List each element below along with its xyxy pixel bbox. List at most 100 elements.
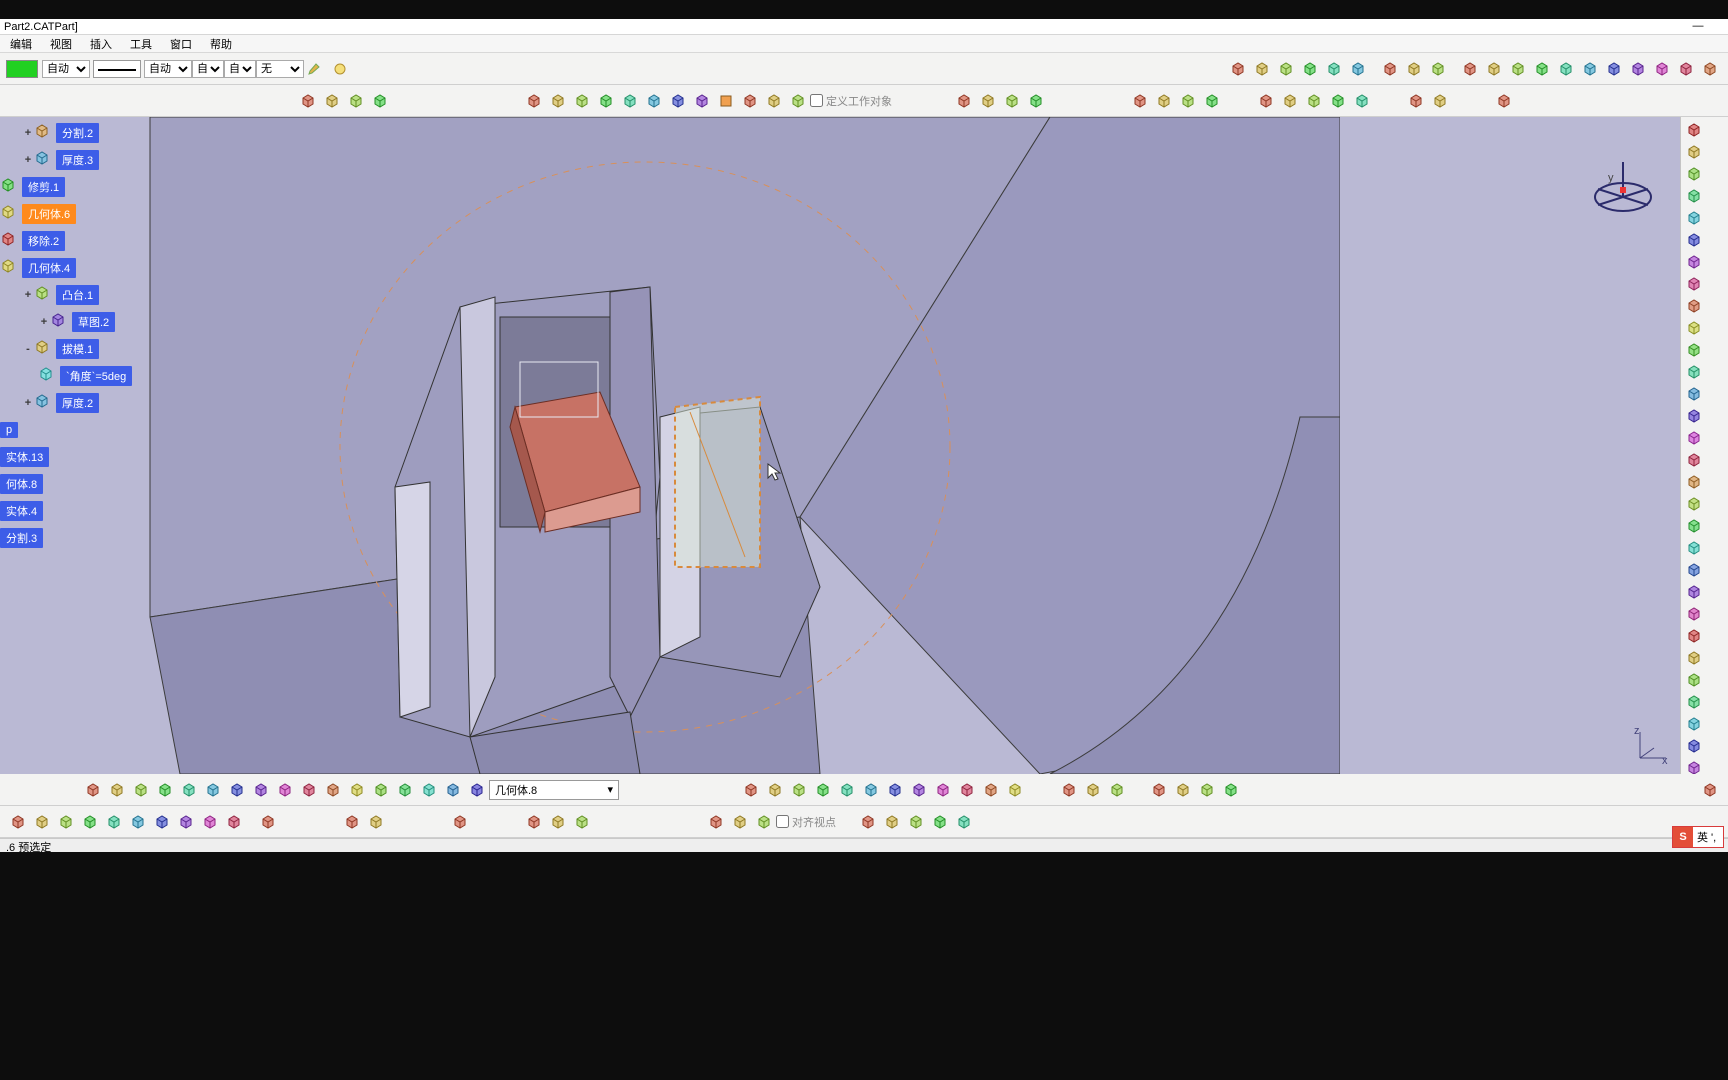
right-tool-8-icon[interactable]	[1682, 295, 1705, 317]
misc-c-icon[interactable]	[905, 811, 927, 833]
tree-item[interactable]: -拔模.1	[0, 335, 150, 362]
nav-g-icon[interactable]	[151, 811, 173, 833]
view-k-icon[interactable]	[322, 779, 344, 801]
graph-c-icon[interactable]	[1196, 779, 1218, 801]
apply-b-icon[interactable]	[1403, 58, 1425, 80]
measure-box2-icon[interactable]	[1251, 58, 1273, 80]
surface-g-icon[interactable]	[667, 90, 689, 112]
std-f-icon[interactable]	[860, 779, 882, 801]
view-c-icon[interactable]	[130, 779, 152, 801]
analyze-a-icon[interactable]	[1129, 90, 1151, 112]
tree-item[interactable]: 几何体.4	[0, 254, 150, 281]
right-tool-27-icon[interactable]	[1682, 713, 1705, 735]
feature-b-icon[interactable]	[1483, 58, 1505, 80]
right-tool-2-icon[interactable]	[1682, 163, 1705, 185]
minimize-button[interactable]: —	[1678, 18, 1718, 34]
analyze-b-icon[interactable]	[1153, 90, 1175, 112]
tree-item[interactable]: +分割.2	[0, 119, 150, 146]
feature-d-icon[interactable]	[1531, 58, 1553, 80]
snap-b-icon[interactable]	[729, 811, 751, 833]
assemble-d-icon[interactable]	[1025, 90, 1047, 112]
feature-j-icon[interactable]	[1675, 58, 1697, 80]
view-a-icon[interactable]	[82, 779, 104, 801]
combo-auto-2[interactable]: 自动	[144, 60, 192, 78]
menu-edit[interactable]: 编辑	[2, 35, 40, 53]
transform-b-icon[interactable]	[1279, 90, 1301, 112]
body-c-icon[interactable]	[787, 90, 809, 112]
tree-item[interactable]: 修剪.1	[0, 173, 150, 200]
right-tool-0-icon[interactable]	[1682, 119, 1705, 141]
right-tool-14-icon[interactable]	[1682, 427, 1705, 449]
view-m-icon[interactable]	[370, 779, 392, 801]
feature-tree[interactable]: +分割.2+厚度.3修剪.1几何体.6移除.2几何体.4+凸台.1+草图.2-拔…	[0, 117, 150, 551]
right-tool-15-icon[interactable]	[1682, 449, 1705, 471]
tree-expander-icon[interactable]: +	[38, 316, 50, 328]
3d-viewport[interactable]: y z x	[0, 117, 1728, 774]
view-n-icon[interactable]	[394, 779, 416, 801]
right-tool-20-icon[interactable]	[1682, 559, 1705, 581]
tree-item[interactable]: +草图.2	[0, 308, 150, 335]
right-tool-23-icon[interactable]	[1682, 625, 1705, 647]
misc-e-icon[interactable]	[953, 811, 975, 833]
surface-b-icon[interactable]	[547, 90, 569, 112]
tree-item[interactable]: 移除.2	[0, 227, 150, 254]
std-l-icon[interactable]	[1004, 779, 1026, 801]
nav-h-icon[interactable]	[175, 811, 197, 833]
right-tool-26-icon[interactable]	[1682, 691, 1705, 713]
feature-f-icon[interactable]	[1579, 58, 1601, 80]
right-tool-28-icon[interactable]	[1682, 735, 1705, 757]
tree-item[interactable]: 实体.4	[0, 497, 150, 524]
std-h-icon[interactable]	[908, 779, 930, 801]
render-a-icon[interactable]	[1405, 90, 1427, 112]
menu-view[interactable]: 视图	[42, 35, 80, 53]
tree-expander-icon[interactable]: -	[22, 343, 34, 355]
catia-a-icon[interactable]	[1699, 779, 1721, 801]
ime-indicator[interactable]: S 英 ',	[1672, 826, 1724, 848]
right-tool-13-icon[interactable]	[1682, 405, 1705, 427]
snap-a-icon[interactable]	[705, 811, 727, 833]
knowledge-a-icon[interactable]	[1058, 779, 1080, 801]
transform-c-icon[interactable]	[1303, 90, 1325, 112]
combo-auto-1[interactable]: 自动	[42, 60, 90, 78]
menu-help[interactable]: 帮助	[202, 35, 240, 53]
misc-a-icon[interactable]	[857, 811, 879, 833]
tree-expander-icon[interactable]: +	[22, 289, 34, 301]
tree-item[interactable]: 何体.8	[0, 470, 150, 497]
material-b-icon[interactable]	[547, 811, 569, 833]
axis-a-icon[interactable]	[449, 811, 471, 833]
misc-b-icon[interactable]	[881, 811, 903, 833]
surface-f-icon[interactable]	[643, 90, 665, 112]
selection-combo[interactable]: 几何体.8 ▾	[489, 780, 619, 800]
surface-e-icon[interactable]	[619, 90, 641, 112]
nav-c-icon[interactable]	[55, 811, 77, 833]
std-g-icon[interactable]	[884, 779, 906, 801]
measure-box-icon[interactable]	[1227, 58, 1249, 80]
brush-icon[interactable]	[305, 58, 327, 80]
assemble-b-icon[interactable]	[977, 90, 999, 112]
surface-h-icon[interactable]	[691, 90, 713, 112]
view-d-icon[interactable]	[154, 779, 176, 801]
nav-i-icon[interactable]	[199, 811, 221, 833]
std-b-icon[interactable]	[764, 779, 786, 801]
align-viewpoint-checkbox[interactable]: 对齐视点	[776, 814, 836, 830]
material-c-icon[interactable]	[571, 811, 593, 833]
menu-window[interactable]: 窗口	[162, 35, 200, 53]
tree-item[interactable]: 分割.3	[0, 524, 150, 551]
combo-auto-3[interactable]: 自动	[192, 60, 224, 78]
view-j-icon[interactable]	[298, 779, 320, 801]
feature-i-icon[interactable]	[1651, 58, 1673, 80]
surface-c-icon[interactable]	[571, 90, 593, 112]
tree-item[interactable]: p	[0, 416, 150, 443]
view-l-icon[interactable]	[346, 779, 368, 801]
right-tool-21-icon[interactable]	[1682, 581, 1705, 603]
std-k-icon[interactable]	[980, 779, 1002, 801]
graph-b-icon[interactable]	[1172, 779, 1194, 801]
surface-a-icon[interactable]	[523, 90, 545, 112]
nav-a-icon[interactable]	[7, 811, 29, 833]
right-tool-9-icon[interactable]	[1682, 317, 1705, 339]
nav-d-icon[interactable]	[79, 811, 101, 833]
update-a-icon[interactable]	[341, 811, 363, 833]
measure-compass-icon[interactable]	[1323, 58, 1345, 80]
tree-expander-icon[interactable]: +	[22, 127, 34, 139]
right-tool-11-icon[interactable]	[1682, 361, 1705, 383]
